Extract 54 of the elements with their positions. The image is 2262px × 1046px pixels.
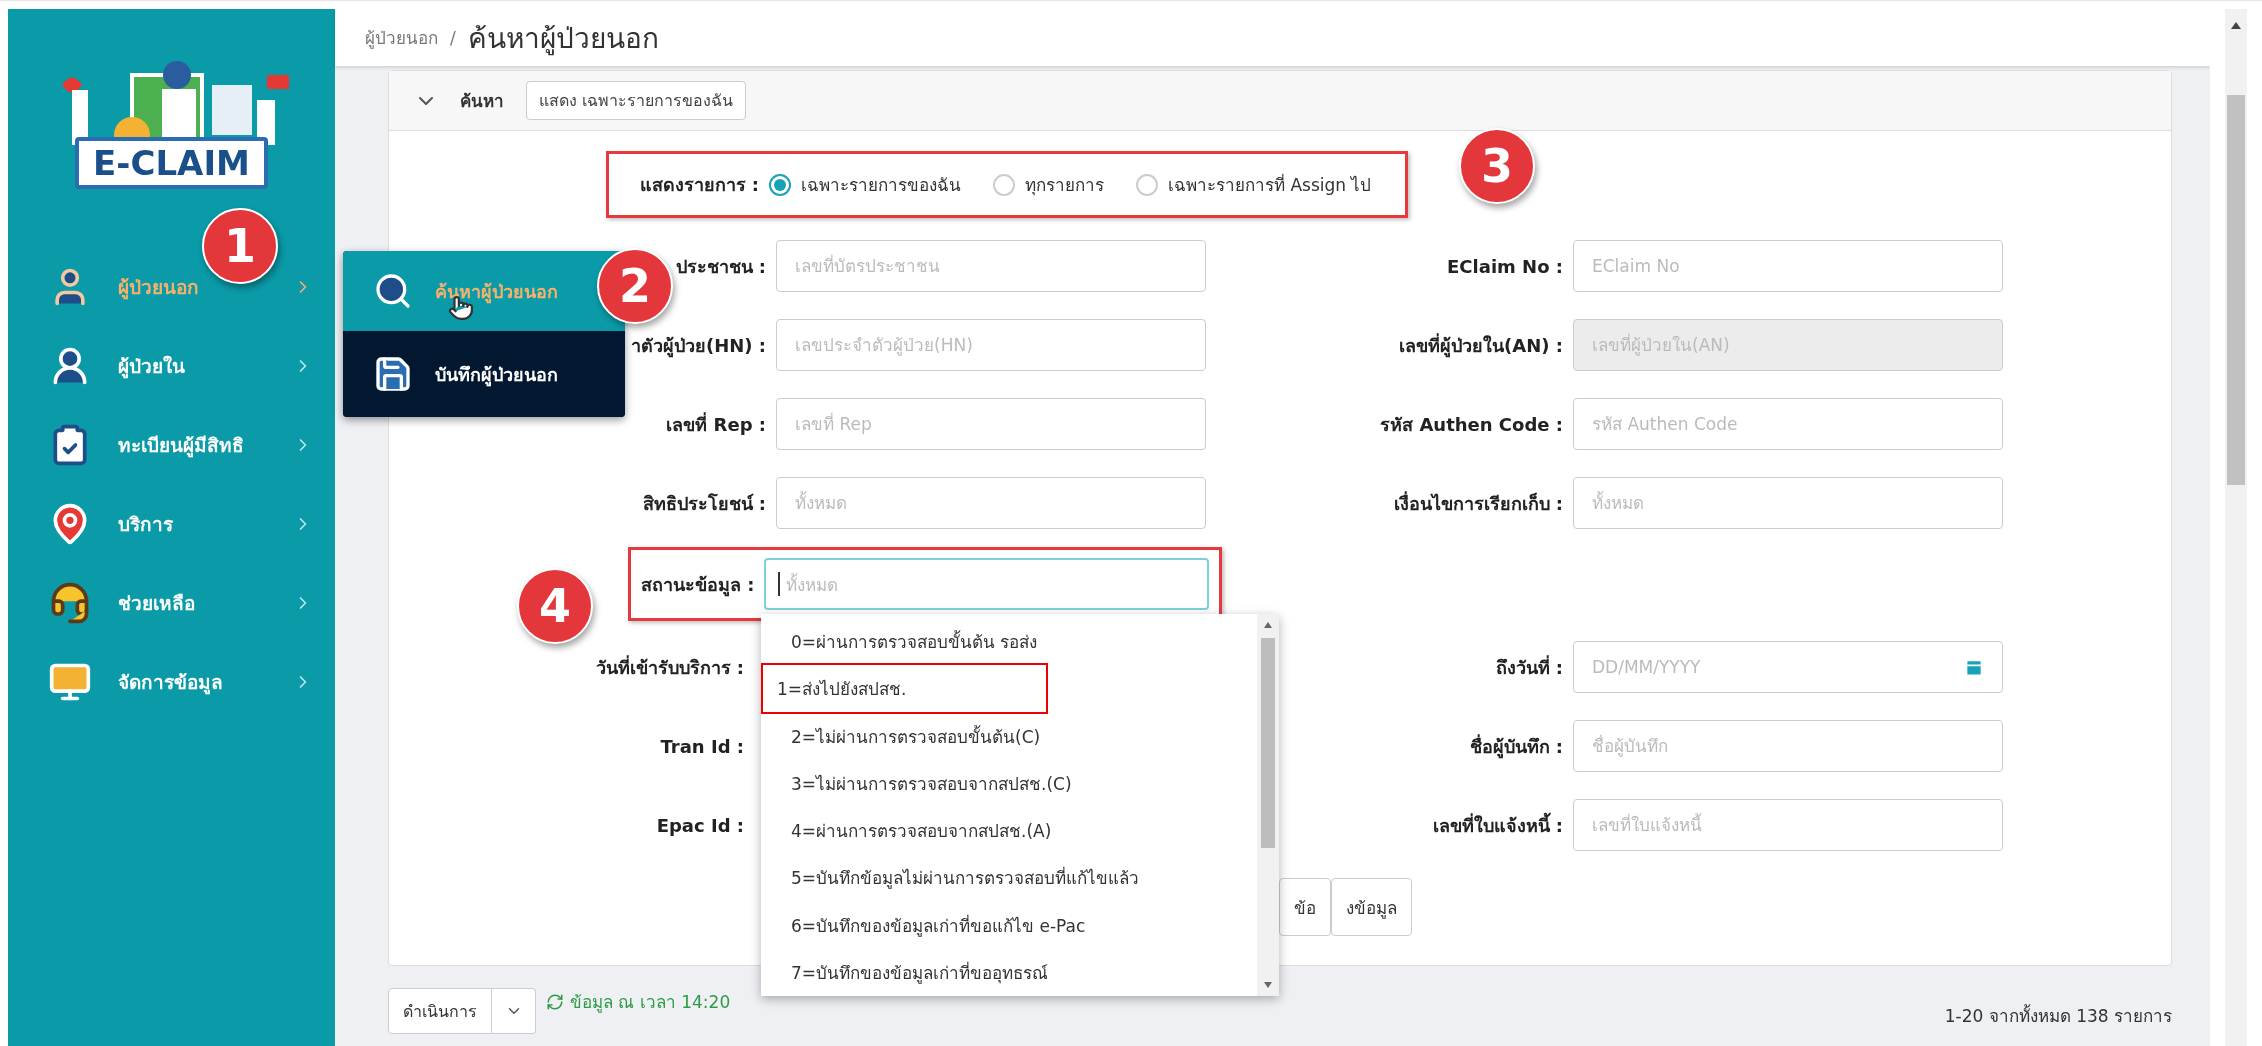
field-label: รหัส Authen Code : [1379, 412, 1563, 437]
input-field[interactable]: ชื่อผู้บันทึก [1573, 720, 2003, 772]
field-label: ชื่อผู้บันทึก : [1468, 733, 1563, 761]
field-label: สิทธิประโยชน์ : [641, 491, 766, 516]
dropdown-option[interactable]: 6=บันทึกของข้อมูลเก่าที่ขอแก้ไข e-Pac [761, 901, 1257, 949]
dropdown-option[interactable]: 2=ไม่ผ่านการตรวจสอบขั้นต้น(C) [761, 712, 1257, 760]
logo-text: E-CLAIM [75, 137, 268, 189]
dropdown-option[interactable]: 0=ผ่านการตรวจสอบขั้นต้น รอส่ง [761, 618, 1257, 666]
page-title: ค้นหาผู้ป่วยนอก [467, 20, 659, 58]
refresh-icon[interactable] [546, 992, 564, 1011]
action-button[interactable]: ดำเนินการ [388, 988, 492, 1034]
input-field[interactable]: เลขที่บัตรประชาชน [776, 240, 1206, 292]
radio-button[interactable] [993, 173, 1015, 196]
paging-info: 1-20 จากทั้งหมด 138 รายการ [1944, 1003, 2172, 1028]
field-label: EClaim No : [1446, 255, 1563, 277]
radio-button[interactable] [1136, 173, 1158, 196]
field-label: ถึงวันที่ : [1494, 654, 1563, 680]
field-label: วันที่เข้ารับบริการ : [594, 654, 745, 680]
action-button[interactable]: งข้อมูล [1331, 878, 1412, 936]
field-label: าตัวผู้ป่วย(HN) : [629, 333, 766, 360]
dropdown-option[interactable]: 7=บันทึกของข้อมูลเก่าที่ขออุทธรณ์ [761, 948, 1257, 997]
input-field[interactable]: เลขประจำตัวผู้ป่วย(HN) [776, 319, 1206, 371]
radio-label: ทุกรายการ [1025, 174, 1104, 198]
breadcrumb-separator: / [450, 27, 456, 48]
field-label: สถานะข้อมูล : [641, 572, 755, 599]
radio-label: เฉพาะรายการที่ Assign ไป [1168, 172, 1372, 197]
update-time: ข้อมูล ณ เวลา 14:20 [570, 991, 731, 1015]
field-label: เงื่อนไขการเรียกเก็บ : [1392, 490, 1563, 516]
field-label: เลขที่ใบแจ้งหนี้ : [1431, 811, 1563, 838]
dropdown-option[interactable]: 5=บันทึกข้อมูลไม่ผ่านการตรวจสอบที่แก้ไขแล้ว [761, 854, 1257, 902]
field-label: เลขที่ผู้ป่วยใน(AN) : [1398, 332, 1563, 360]
submenu-item[interactable]: บันทึกผู้ป่วยนอก [343, 331, 625, 417]
breadcrumb-link[interactable]: ผู้ป่วยนอก [365, 24, 438, 51]
field-label: เลขที่ Rep : [665, 411, 766, 437]
search-icon [373, 271, 413, 311]
dropdown-button[interactable] [492, 988, 536, 1034]
field-label: Epac Id : [655, 814, 745, 836]
dropdown-option[interactable]: 4=ผ่านการตรวจสอบจากสปสช.(A) [761, 807, 1257, 855]
input-field[interactable]: ทั้งหมด [776, 477, 1206, 529]
radio-label: เฉพาะรายการของฉัน [801, 174, 961, 197]
filter-tag[interactable]: แสดง เฉพาะรายการของฉัน [526, 81, 747, 120]
input-field[interactable]: ทั้งหมด [1573, 477, 2003, 529]
radio-button[interactable] [769, 173, 791, 196]
input-field[interactable]: EClaim No [1573, 240, 2003, 292]
input-field[interactable]: เลขที่ใบแจ้งหนี้ [1573, 799, 2003, 851]
field-label: ประชาชน : [674, 254, 766, 279]
text-cursor [778, 572, 781, 596]
dropdown-option[interactable]: 3=ไม่ผ่านการตรวจสอบจากสปสช.(C) [761, 759, 1257, 808]
input-field[interactable]: รหัส Authen Code [1573, 398, 2003, 450]
field-label: Tran Id : [659, 735, 745, 757]
action-button[interactable]: ข้อ [1279, 878, 1331, 936]
field-label: แสดงรายการ : [638, 173, 759, 197]
panel-title: ค้นหา [460, 90, 504, 113]
input-field[interactable]: เลขที่ Rep [776, 398, 1206, 450]
